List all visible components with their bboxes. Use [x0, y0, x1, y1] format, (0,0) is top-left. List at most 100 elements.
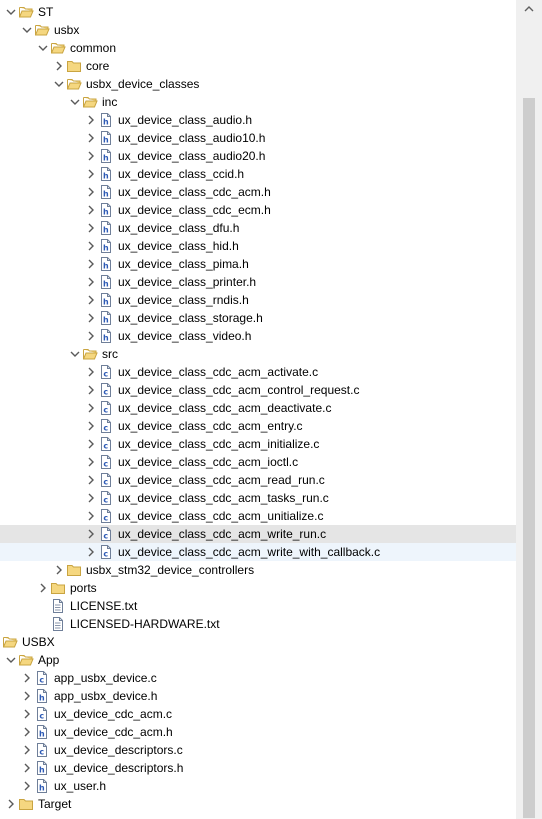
tree-folder-item[interactable]: App — [0, 651, 516, 669]
chevron-down-icon[interactable] — [69, 93, 81, 111]
scroll-up-button[interactable] — [516, 0, 542, 20]
chevron-right-icon[interactable] — [53, 57, 65, 75]
tree-item-label: ux_device_class_cdc_acm_write_with_callb… — [118, 545, 381, 559]
tree-file-item[interactable]: h ux_device_class_ccid.h — [0, 165, 516, 183]
tree-item-label: usbx_device_classes — [86, 77, 200, 91]
chevron-right-icon[interactable] — [85, 309, 97, 327]
chevron-right-icon[interactable] — [21, 759, 33, 777]
tree-item-label: USBX — [22, 635, 55, 649]
tree-file-item[interactable]: c app_usbx_device.c — [0, 669, 516, 687]
tree-folder-item[interactable]: usbx — [0, 21, 516, 39]
tree-folder-item[interactable]: USBX — [0, 633, 516, 651]
tree-file-item[interactable]: h ux_device_class_cdc_acm.h — [0, 183, 516, 201]
chevron-right-icon[interactable] — [85, 255, 97, 273]
tree-file-item[interactable]: h ux_device_class_audio.h — [0, 111, 516, 129]
tree-file-item[interactable]: h ux_device_descriptors.h — [0, 759, 516, 777]
tree-file-item[interactable]: h ux_device_cdc_acm.h — [0, 723, 516, 741]
chevron-right-icon[interactable] — [5, 795, 17, 813]
chevron-right-icon[interactable] — [85, 525, 97, 543]
folder-icon — [82, 346, 98, 362]
tree-file-item[interactable]: h ux_device_class_cdc_ecm.h — [0, 201, 516, 219]
tree-item-label: ST — [38, 5, 54, 19]
tree-file-item[interactable]: h ux_device_class_printer.h — [0, 273, 516, 291]
tree-folder-item[interactable]: usbx_device_classes — [0, 75, 516, 93]
tree-file-item[interactable]: c ux_device_class_cdc_acm_deactivate.c — [0, 399, 516, 417]
chevron-down-icon[interactable] — [5, 3, 17, 21]
tree-file-item[interactable]: c ux_device_class_cdc_acm_entry.c — [0, 417, 516, 435]
chevron-right-icon[interactable] — [85, 129, 97, 147]
tree-file-item[interactable]: h ux_device_class_hid.h — [0, 237, 516, 255]
tree-file-item[interactable]: h ux_device_class_video.h — [0, 327, 516, 345]
chevron-down-icon[interactable] — [0, 633, 1, 651]
tree-folder-item[interactable]: src — [0, 345, 516, 363]
chevron-right-icon[interactable] — [85, 507, 97, 525]
tree-file-item[interactable]: c ux_device_descriptors.c — [0, 741, 516, 759]
tree-file-item[interactable]: c ux_device_class_cdc_acm_write_with_call… — [0, 543, 516, 561]
tree-file-item[interactable]: LICENSE.txt — [0, 597, 516, 615]
chevron-right-icon[interactable] — [85, 381, 97, 399]
chevron-right-icon[interactable] — [85, 273, 97, 291]
svg-text:h: h — [103, 154, 109, 163]
chevron-right-icon[interactable] — [85, 399, 97, 417]
chevron-down-icon[interactable] — [69, 345, 81, 363]
tree-file-item[interactable]: h ux_device_class_pima.h — [0, 255, 516, 273]
tree-file-item[interactable]: c ux_device_class_cdc_acm_tasks_run.c — [0, 489, 516, 507]
chevron-right-icon[interactable] — [85, 111, 97, 129]
tree-folder-item[interactable]: usbx_stm32_device_controllers — [0, 561, 516, 579]
chevron-right-icon[interactable] — [85, 183, 97, 201]
chevron-right-icon[interactable] — [85, 435, 97, 453]
chevron-right-icon[interactable] — [37, 579, 49, 597]
chevron-right-icon[interactable] — [21, 705, 33, 723]
tree-file-item[interactable]: c ux_device_class_cdc_acm_initialize.c — [0, 435, 516, 453]
scroll-thumb[interactable] — [523, 98, 535, 818]
chevron-right-icon[interactable] — [85, 453, 97, 471]
tree-file-item[interactable]: c ux_device_class_cdc_acm_control_request… — [0, 381, 516, 399]
chevron-right-icon[interactable] — [85, 417, 97, 435]
chevron-right-icon[interactable] — [21, 669, 33, 687]
tree-file-item[interactable]: h ux_device_class_dfu.h — [0, 219, 516, 237]
chevron-right-icon[interactable] — [21, 741, 33, 759]
chevron-right-icon[interactable] — [85, 165, 97, 183]
tree-file-item[interactable]: c ux_device_cdc_acm.c — [0, 705, 516, 723]
chevron-right-icon[interactable] — [21, 687, 33, 705]
tree-file-item[interactable]: h ux_user.h — [0, 777, 516, 795]
vertical-scrollbar[interactable] — [516, 0, 542, 819]
chevron-right-icon[interactable] — [53, 561, 65, 579]
chevron-right-icon[interactable] — [21, 723, 33, 741]
tree-folder-item[interactable]: ports — [0, 579, 516, 597]
chevron-right-icon[interactable] — [85, 327, 97, 345]
tree-file-item[interactable]: h ux_device_class_audio20.h — [0, 147, 516, 165]
chevron-right-icon[interactable] — [21, 777, 33, 795]
chevron-down-icon[interactable] — [53, 75, 65, 93]
tree-file-item[interactable]: c ux_device_class_cdc_acm_read_run.c — [0, 471, 516, 489]
tree-folder-item[interactable]: common — [0, 39, 516, 57]
tree-file-item[interactable]: h ux_device_class_audio10.h — [0, 129, 516, 147]
tree-folder-item[interactable]: inc — [0, 93, 516, 111]
tree-folder-item[interactable]: Target — [0, 795, 516, 813]
svg-text:c: c — [103, 514, 108, 523]
chevron-right-icon[interactable] — [85, 489, 97, 507]
chevron-right-icon[interactable] — [85, 237, 97, 255]
tree-file-item[interactable]: LICENSED-HARDWARE.txt — [0, 615, 516, 633]
chevron-right-icon[interactable] — [85, 543, 97, 561]
tree-folder-item[interactable]: core — [0, 57, 516, 75]
tree-file-item[interactable]: c ux_device_class_cdc_acm_activate.c — [0, 363, 516, 381]
tree-item-label: ux_device_class_cdc_acm_initialize.c — [118, 437, 320, 451]
tree-file-item[interactable]: h ux_device_class_rndis.h — [0, 291, 516, 309]
chevron-right-icon[interactable] — [85, 471, 97, 489]
chevron-right-icon[interactable] — [85, 363, 97, 381]
chevron-right-icon[interactable] — [85, 291, 97, 309]
chevron-down-icon[interactable] — [5, 651, 17, 669]
chevron-down-icon[interactable] — [21, 21, 33, 39]
chevron-down-icon[interactable] — [37, 39, 49, 57]
tree-file-item[interactable]: h app_usbx_device.h — [0, 687, 516, 705]
tree-file-item[interactable]: c ux_device_class_cdc_acm_write_run.c — [0, 525, 516, 543]
tree-file-item[interactable]: c ux_device_class_cdc_acm_ioctl.c — [0, 453, 516, 471]
tree-folder-item[interactable]: ST — [0, 3, 516, 21]
chevron-right-icon[interactable] — [85, 147, 97, 165]
tree-file-item[interactable]: c ux_device_class_cdc_acm_unitialize.c — [0, 507, 516, 525]
tree-file-item[interactable]: h ux_device_class_storage.h — [0, 309, 516, 327]
chevron-right-icon[interactable] — [85, 201, 97, 219]
header-file-icon: h — [98, 184, 114, 200]
chevron-right-icon[interactable] — [85, 219, 97, 237]
